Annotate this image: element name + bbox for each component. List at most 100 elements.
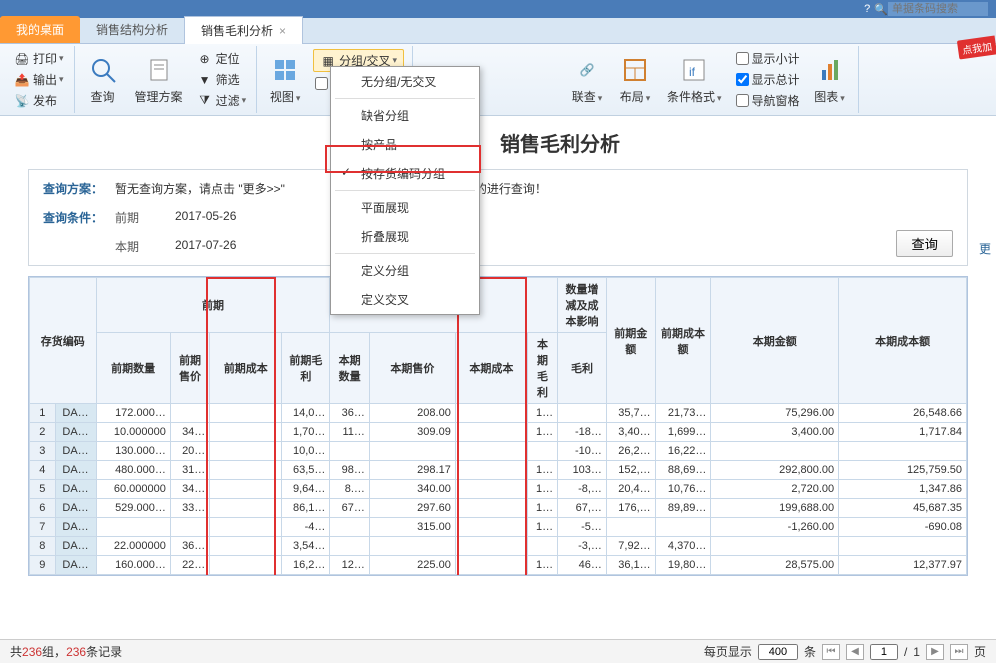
th-prev-qty: 前期数量 xyxy=(96,333,170,404)
group-count: 236 xyxy=(22,645,42,659)
table-row[interactable]: 5DA…60.00000034…9,64…8.…340.001…-8,…20,4… xyxy=(30,480,967,499)
data-cell: 63,5… xyxy=(282,461,330,480)
prev-period-label: 前期 xyxy=(115,209,155,226)
data-cell: 16,22… xyxy=(655,442,711,461)
output-button[interactable]: 📤输出▾ xyxy=(12,69,66,90)
dd-by-product[interactable]: 按产品 xyxy=(331,130,479,159)
data-cell xyxy=(455,556,527,575)
table-row[interactable]: 8DA…22.00000036…3,54…-3,…7,92…4,370… xyxy=(30,537,967,556)
table-row[interactable]: 2DA…10.00000034…1,70…11…309.091…-18…3,40… xyxy=(30,423,967,442)
data-cell: 11… xyxy=(330,423,369,442)
stock-code-cell: DA… xyxy=(55,556,96,575)
table-row[interactable]: 3DA…130.000…20…10,0…-10…26,2…16,22… xyxy=(30,442,967,461)
dd-flat-view[interactable]: 平面展现 xyxy=(331,193,479,222)
result-table: 存货编码 前期 本期 数量增减及成本影响 前期金额 前期成本额 本期金额 本期成… xyxy=(28,276,968,576)
prev-page-button[interactable]: ◀ xyxy=(846,644,864,660)
data-cell: 2,720.00 xyxy=(711,480,839,499)
th-curr-price: 本期售价 xyxy=(369,333,455,404)
data-cell: 45,687.35 xyxy=(839,499,967,518)
table-row[interactable]: 7DA…-4…315.001…-5…-1,260.00-690.08 xyxy=(30,518,967,537)
first-page-button[interactable]: ⏮ xyxy=(822,644,840,660)
dd-no-group[interactable]: 无分组/无交叉 xyxy=(331,67,479,96)
data-cell: 103… xyxy=(558,461,607,480)
data-cell: 160.000… xyxy=(96,556,170,575)
close-icon[interactable]: × xyxy=(279,24,286,38)
tab-sales-structure[interactable]: 销售结构分析 xyxy=(80,16,184,43)
th-prev-gross: 前期毛利 xyxy=(282,333,330,404)
data-cell: 199,688.00 xyxy=(711,499,839,518)
data-cell: 480.000… xyxy=(96,461,170,480)
data-cell: 152,… xyxy=(606,461,655,480)
data-cell: 130.000… xyxy=(96,442,170,461)
data-cell: 225.00 xyxy=(369,556,455,575)
data-cell: 3,400.00 xyxy=(711,423,839,442)
data-cell xyxy=(455,442,527,461)
view-button[interactable]: 视图▾ xyxy=(261,48,309,111)
barcode-search-input[interactable] xyxy=(888,2,988,16)
dd-define-group[interactable]: 定义分组 xyxy=(331,256,479,285)
data-cell: 26,548.66 xyxy=(839,404,967,423)
query-button[interactable]: 查询 xyxy=(79,48,127,111)
page-input[interactable] xyxy=(870,644,898,660)
select-button[interactable]: ▼筛选 xyxy=(195,69,249,90)
data-cell: 3,54… xyxy=(282,537,330,556)
data-cell: 86,1… xyxy=(282,499,330,518)
tab-sales-gross[interactable]: 销售毛利分析× xyxy=(184,16,303,44)
data-cell: 20,4… xyxy=(606,480,655,499)
data-cell: 176,… xyxy=(606,499,655,518)
th-qty: 数量增减及成本影响 xyxy=(558,278,607,333)
group-dropdown: 无分组/无交叉 缺省分组 按产品 按存货编码分组 平面展现 折叠展现 定义分组 … xyxy=(330,66,480,315)
print-button[interactable]: 🖨打印▾ xyxy=(12,48,66,69)
linked-query-button[interactable]: 🔗联查▾ xyxy=(563,48,611,111)
show-subtotal-checkbox[interactable]: 显示小计 xyxy=(734,49,802,68)
data-cell xyxy=(210,423,282,442)
data-cell: 125,759.50 xyxy=(839,461,967,480)
layout-button[interactable]: 布局▾ xyxy=(611,48,659,111)
show-total-checkbox[interactable]: 显示总计 xyxy=(734,70,802,89)
dd-define-cross[interactable]: 定义交叉 xyxy=(331,285,479,314)
last-page-button[interactable]: ⏭ xyxy=(950,644,968,660)
row-number: 2 xyxy=(30,423,56,442)
search-icon: 🔍 xyxy=(874,3,888,16)
data-cell: 21,73… xyxy=(655,404,711,423)
data-cell: 297.60 xyxy=(369,499,455,518)
data-cell: -10… xyxy=(558,442,607,461)
locate-button[interactable]: ⊕定位 xyxy=(195,48,249,69)
export-icon: 📤 xyxy=(14,72,30,88)
data-cell: 1… xyxy=(527,461,557,480)
data-cell: 1… xyxy=(527,556,557,575)
status-bar: 共 236 组，236 条记录 每页显示 条 ⏮ ◀ / 1 ▶ ⏭ 页 xyxy=(0,639,996,663)
next-page-button[interactable]: ▶ xyxy=(926,644,944,660)
query-plan-tail: 的进行查询！ xyxy=(475,180,547,197)
row-number: 3 xyxy=(30,442,56,461)
run-query-button[interactable]: 查询 xyxy=(896,230,953,257)
data-cell: 16,2… xyxy=(282,556,330,575)
chart-button[interactable]: 图表▾ xyxy=(806,48,854,111)
filter-button[interactable]: ⧩过滤▾ xyxy=(195,90,249,111)
table-row[interactable]: 9DA…160.000…22…16,2…12…225.001…46…36,1…1… xyxy=(30,556,967,575)
cond-format-button[interactable]: if条件格式▾ xyxy=(659,48,730,111)
perpage-input[interactable] xyxy=(758,644,798,660)
more-link[interactable]: 更 xyxy=(979,240,991,257)
tab-desktop[interactable]: 我的桌面 xyxy=(0,16,80,43)
publish-button[interactable]: 📡发布 xyxy=(12,90,66,111)
condfmt-icon: if xyxy=(678,54,710,86)
data-cell xyxy=(455,499,527,518)
dd-collapse-view[interactable]: 折叠展现 xyxy=(331,222,479,251)
row-number: 4 xyxy=(30,461,56,480)
help-icon[interactable]: ? xyxy=(864,3,870,15)
table-row[interactable]: 6DA…529.000…33…86,1…67…297.601…67,…176,…… xyxy=(30,499,967,518)
data-cell xyxy=(527,537,557,556)
table-row[interactable]: 4DA…480.000…31…63,5…98…298.171…103…152,…… xyxy=(30,461,967,480)
data-cell xyxy=(558,404,607,423)
dd-by-stock-code[interactable]: 按存货编码分组 xyxy=(331,159,479,188)
th-curr-cost2: 本期成本 xyxy=(455,333,527,404)
dd-default-group[interactable]: 缺省分组 xyxy=(331,101,479,130)
th-prev-cost: 前期成本额 xyxy=(655,278,711,404)
nav-pane-checkbox[interactable]: 导航窗格 xyxy=(734,91,802,110)
data-cell xyxy=(455,537,527,556)
table-row[interactable]: 1DA…172.000…14,0…36…208.001…35,7…21,73…7… xyxy=(30,404,967,423)
data-cell: 88,69… xyxy=(655,461,711,480)
plan-button[interactable]: 管理方案 xyxy=(127,48,191,111)
data-cell xyxy=(96,518,170,537)
